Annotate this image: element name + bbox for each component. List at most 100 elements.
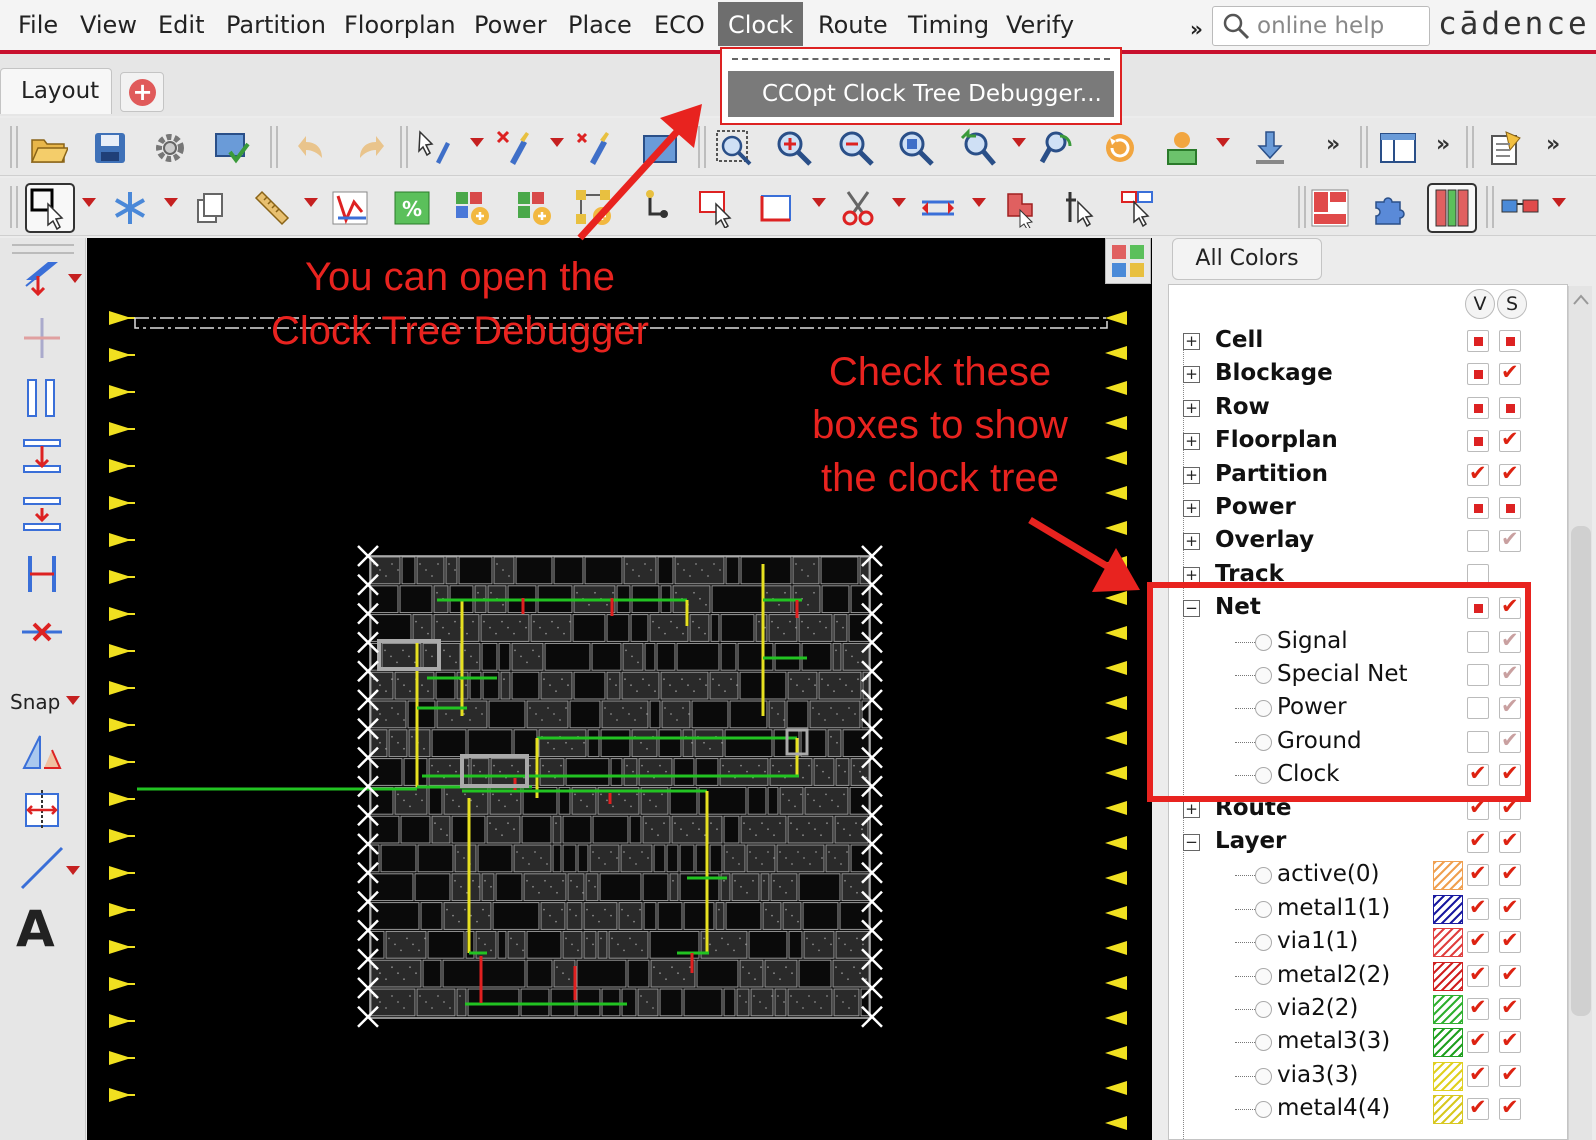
std-cell[interactable] bbox=[709, 844, 723, 873]
std-cell[interactable] bbox=[739, 959, 764, 988]
std-cell[interactable] bbox=[400, 815, 431, 844]
redo-icon[interactable] bbox=[350, 128, 390, 168]
std-cell[interactable] bbox=[493, 556, 515, 585]
columns-icon[interactable] bbox=[1426, 182, 1478, 234]
visible-checkbox[interactable]: ✔ bbox=[1467, 928, 1489, 954]
tree-row-blockage[interactable]: + Blockage ✔ bbox=[1169, 358, 1567, 391]
std-cell[interactable] bbox=[599, 873, 642, 902]
visible-checkbox[interactable]: ✔ bbox=[1467, 861, 1489, 887]
align-vertical-icon[interactable] bbox=[18, 314, 66, 362]
std-cell[interactable] bbox=[666, 844, 679, 873]
std-cell[interactable] bbox=[835, 758, 850, 786]
menu-verify[interactable]: Verify bbox=[1006, 8, 1074, 42]
std-cell[interactable] bbox=[669, 873, 679, 902]
std-cell[interactable] bbox=[748, 930, 788, 959]
std-cell[interactable] bbox=[813, 758, 835, 786]
selectable-checkbox[interactable] bbox=[1499, 396, 1521, 419]
std-cell[interactable] bbox=[488, 700, 526, 729]
std-cell[interactable] bbox=[637, 988, 659, 1017]
glasses-icon[interactable] bbox=[1500, 188, 1540, 228]
std-cell[interactable] bbox=[399, 585, 433, 614]
wire-icon[interactable] bbox=[636, 188, 676, 228]
std-cell[interactable] bbox=[520, 988, 550, 1017]
tree-row-metal1-1-[interactable]: metal1(1) ✔ ✔ bbox=[1169, 893, 1567, 926]
std-cell[interactable] bbox=[768, 700, 786, 729]
std-cell[interactable] bbox=[589, 844, 620, 873]
io-pin[interactable] bbox=[1105, 626, 1127, 640]
std-cell[interactable] bbox=[683, 988, 723, 1017]
std-cell[interactable] bbox=[606, 671, 621, 700]
highlight-icon[interactable] bbox=[1162, 128, 1202, 168]
flip-icon[interactable] bbox=[18, 728, 66, 776]
std-cell[interactable] bbox=[521, 815, 552, 844]
selectable-checkbox[interactable] bbox=[1499, 330, 1521, 352]
std-cell[interactable] bbox=[723, 988, 736, 1017]
tree-row-via3-3-[interactable]: via3(3) ✔ ✔ bbox=[1169, 1060, 1567, 1093]
std-cell[interactable] bbox=[370, 902, 420, 930]
std-cell[interactable] bbox=[370, 700, 407, 729]
std-cell[interactable] bbox=[818, 671, 862, 700]
pan-icon[interactable] bbox=[1036, 128, 1076, 168]
layer-color-swatch[interactable] bbox=[1433, 1061, 1463, 1091]
std-cell[interactable] bbox=[835, 930, 870, 959]
std-cell[interactable] bbox=[642, 815, 671, 844]
std-cell[interactable] bbox=[513, 729, 538, 758]
io-pin[interactable] bbox=[1105, 766, 1127, 780]
dropdown-arrow[interactable] bbox=[164, 198, 178, 207]
selectable-checkbox[interactable]: ✔ bbox=[1499, 895, 1521, 920]
toolbar-grip[interactable] bbox=[10, 126, 18, 168]
std-cell[interactable] bbox=[573, 671, 606, 700]
std-cell[interactable] bbox=[643, 902, 657, 930]
std-cell[interactable] bbox=[431, 729, 467, 758]
select-pen-icon[interactable] bbox=[414, 128, 454, 168]
std-cell[interactable] bbox=[731, 873, 760, 902]
std-cell[interactable] bbox=[601, 988, 621, 1017]
io-pin[interactable] bbox=[1105, 521, 1127, 535]
menu-place[interactable]: Place bbox=[568, 8, 632, 42]
tree-row-floorplan[interactable]: + Floorplan ✔ bbox=[1169, 425, 1567, 458]
std-cell[interactable] bbox=[621, 988, 637, 1017]
std-cell[interactable] bbox=[650, 959, 696, 988]
std-cell[interactable] bbox=[552, 815, 562, 844]
std-cell[interactable] bbox=[622, 642, 644, 671]
open-folder-icon[interactable] bbox=[28, 128, 68, 168]
std-cell[interactable] bbox=[724, 729, 773, 758]
toolbar-grip[interactable] bbox=[1360, 126, 1368, 168]
selectable-checkbox[interactable]: ✔ bbox=[1499, 995, 1521, 1020]
dropdown-arrow[interactable] bbox=[304, 198, 318, 207]
std-cell[interactable] bbox=[671, 815, 723, 844]
std-cell[interactable] bbox=[746, 844, 776, 873]
dropdown-arrow[interactable] bbox=[1552, 198, 1566, 207]
io-pin[interactable] bbox=[1105, 591, 1127, 605]
std-cell[interactable] bbox=[370, 556, 401, 585]
std-cell[interactable] bbox=[585, 873, 599, 902]
std-cell[interactable] bbox=[768, 614, 798, 642]
std-cell[interactable] bbox=[658, 729, 682, 758]
std-cell[interactable] bbox=[711, 585, 763, 614]
io-pin[interactable] bbox=[1105, 661, 1127, 675]
text-tool-icon[interactable]: A bbox=[16, 900, 55, 958]
tab-layout[interactable]: Layout bbox=[0, 68, 112, 114]
std-cell[interactable] bbox=[422, 959, 442, 988]
std-cell[interactable] bbox=[798, 873, 841, 902]
std-cell[interactable] bbox=[370, 873, 414, 902]
visible-checkbox[interactable] bbox=[1467, 396, 1489, 419]
std-cell[interactable] bbox=[725, 902, 762, 930]
std-cell[interactable] bbox=[482, 671, 500, 700]
std-cell[interactable] bbox=[842, 642, 870, 671]
expand-icon[interactable]: + bbox=[1183, 433, 1200, 451]
layer-color-swatch[interactable] bbox=[1433, 995, 1463, 1024]
dropdown-arrow[interactable] bbox=[1216, 138, 1230, 147]
std-cell[interactable] bbox=[709, 671, 739, 700]
snap-dropdown-arrow[interactable] bbox=[66, 696, 80, 705]
std-cell[interactable] bbox=[394, 671, 435, 700]
std-cell[interactable] bbox=[467, 988, 520, 1017]
std-cell[interactable] bbox=[787, 815, 834, 844]
tree-row-metal4-4-[interactable]: metal4(4) ✔ ✔ bbox=[1169, 1093, 1567, 1126]
tree-row-metal3-3-[interactable]: metal3(3) ✔ ✔ bbox=[1169, 1026, 1567, 1059]
std-cell[interactable] bbox=[417, 844, 454, 873]
std-cell[interactable] bbox=[729, 700, 768, 729]
std-cell[interactable] bbox=[370, 959, 422, 988]
dropdown-arrow[interactable] bbox=[66, 866, 80, 875]
selectable-checkbox[interactable]: ✔ bbox=[1499, 1095, 1521, 1121]
